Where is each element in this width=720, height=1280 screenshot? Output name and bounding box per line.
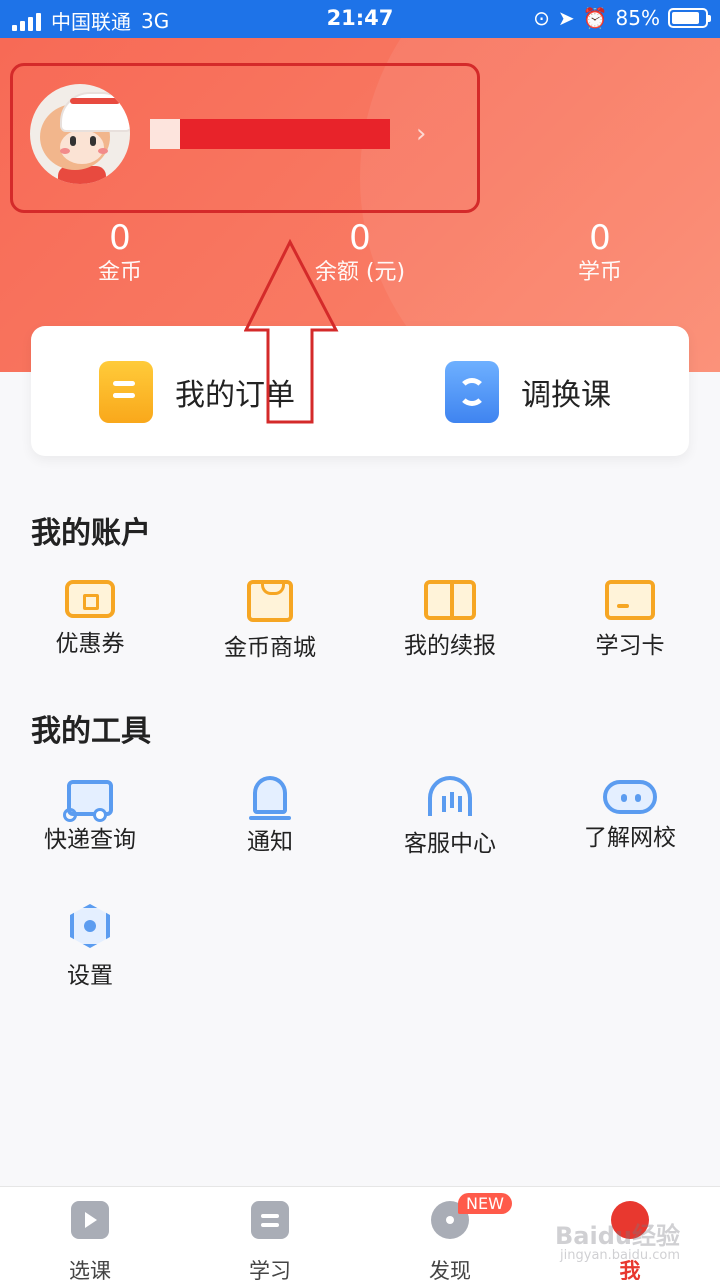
stat-label: 金币 — [97, 260, 142, 285]
book-icon — [424, 580, 476, 620]
card-icon — [605, 580, 655, 620]
tools-section-title: 我的工具 — [31, 714, 151, 749]
stats-row: 0 金币 0 余额 (元) 0 学币 — [0, 218, 720, 298]
coupon-icon — [65, 580, 115, 618]
watermark: Baidu经验 — [555, 1222, 680, 1250]
tab-label: 发现 — [429, 1259, 471, 1280]
tab-study[interactable]: 学习 — [220, 1201, 320, 1280]
swap-icon — [445, 361, 499, 423]
bell-icon — [249, 776, 291, 820]
battery-icon — [668, 8, 711, 28]
quick-actions-card: 我的订单 调换课 — [31, 326, 689, 456]
alarm-icon: ⏰ — [582, 6, 608, 30]
settings-item[interactable]: 设置 — [0, 898, 180, 990]
battery-percent: 85% — [615, 6, 660, 30]
stat-value: 0 — [349, 218, 371, 258]
truck-icon — [63, 780, 113, 822]
coin-mall-label: 金币商城 — [224, 635, 316, 661]
account-section-title: 我的账户 — [31, 516, 151, 551]
gear-icon — [70, 904, 110, 948]
about-school-item[interactable]: 了解网校 — [540, 770, 720, 852]
shopping-bag-icon — [247, 580, 293, 622]
tab-label: 学习 — [249, 1259, 291, 1280]
stat-study-coins[interactable]: 0 学币 — [500, 218, 700, 288]
coin-mall-item[interactable]: 金币商城 — [180, 572, 360, 662]
my-orders-label: 我的订单 — [175, 378, 295, 413]
settings-label: 设置 — [67, 963, 113, 989]
cloud-icon — [603, 780, 657, 814]
notification-item[interactable]: 通知 — [180, 770, 360, 856]
watermark-url: jingyan.baidu.com — [560, 1248, 680, 1263]
about-school-label: 了解网校 — [584, 825, 676, 851]
status-bar: 中国联通 3G 21:47 ⊙ ➤ ⏰ 85% — [0, 0, 720, 38]
study-card-item[interactable]: 学习卡 — [540, 572, 720, 660]
customer-service-item[interactable]: 客服中心 — [360, 770, 540, 858]
stat-label: 余额 (元) — [314, 260, 406, 285]
express-label: 快递查询 — [44, 827, 136, 853]
rotation-lock-icon: ⊙ — [533, 6, 550, 30]
tab-discover[interactable]: NEW 发现 — [400, 1193, 512, 1280]
avatar[interactable] — [30, 84, 130, 184]
location-icon: ➤ — [557, 6, 575, 30]
notification-label: 通知 — [247, 829, 293, 855]
stat-value: 0 — [589, 218, 611, 258]
swap-course-label: 调换课 — [521, 378, 611, 413]
swap-course-button[interactable]: 调换课 — [445, 361, 611, 423]
renewal-label: 我的续报 — [404, 633, 496, 659]
profile-row[interactable]: › — [30, 84, 470, 184]
customer-service-label: 客服中心 — [404, 831, 496, 857]
username-redacted — [150, 119, 390, 149]
chevron-right-icon: › — [416, 119, 427, 149]
headset-icon — [428, 776, 472, 816]
study-card-label: 学习卡 — [595, 633, 665, 659]
play-icon — [71, 1201, 109, 1239]
my-orders-button[interactable]: 我的订单 — [99, 361, 295, 423]
new-badge: NEW — [458, 1193, 512, 1214]
express-item[interactable]: 快递查询 — [0, 770, 180, 854]
stat-label: 学币 — [577, 260, 622, 285]
coupon-label: 优惠券 — [55, 631, 125, 657]
tab-courses[interactable]: 选课 — [40, 1201, 140, 1280]
stat-coins[interactable]: 0 金币 — [20, 218, 220, 288]
stat-value: 0 — [109, 218, 131, 258]
study-icon — [251, 1201, 289, 1239]
stat-balance[interactable]: 0 余额 (元) — [260, 218, 460, 288]
order-icon — [99, 361, 153, 423]
coupon-item[interactable]: 优惠券 — [0, 572, 180, 658]
tab-label: 选课 — [69, 1259, 111, 1280]
renewal-item[interactable]: 我的续报 — [360, 572, 540, 660]
